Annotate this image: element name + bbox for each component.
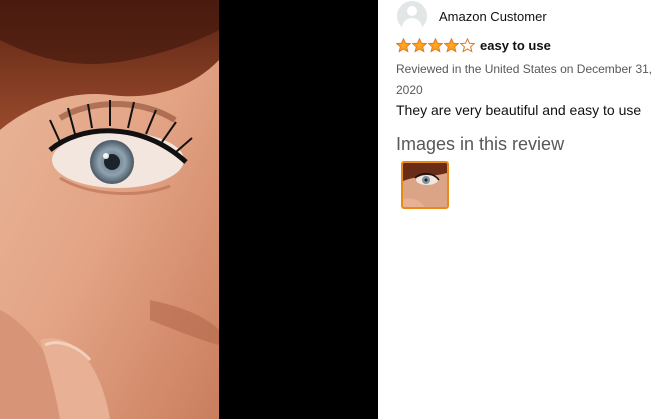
star-empty-icon	[460, 38, 475, 53]
review-title[interactable]: easy to use	[480, 38, 551, 53]
star-filled-icon	[444, 38, 459, 53]
star-filled-icon	[412, 38, 427, 53]
review-image-thumbnail[interactable]	[401, 161, 449, 209]
review-photo	[0, 0, 219, 419]
review-text: They are very beautiful and easy to use	[396, 102, 642, 118]
reviewer-profile[interactable]: Amazon Customer	[397, 1, 547, 31]
reviewer-name: Amazon Customer	[439, 8, 547, 24]
rating-row: easy to use	[396, 38, 551, 53]
images-heading: Images in this review	[396, 134, 565, 154]
star-filled-icon	[396, 38, 411, 53]
star-filled-icon	[428, 38, 443, 53]
review-image-viewer	[0, 0, 378, 419]
person-avatar-icon	[397, 1, 427, 31]
review-details: Amazon Customer easy to use Reviewed in …	[378, 0, 658, 419]
review-date: Reviewed in the United States on Decembe…	[396, 62, 653, 97]
star-rating[interactable]	[396, 38, 476, 53]
